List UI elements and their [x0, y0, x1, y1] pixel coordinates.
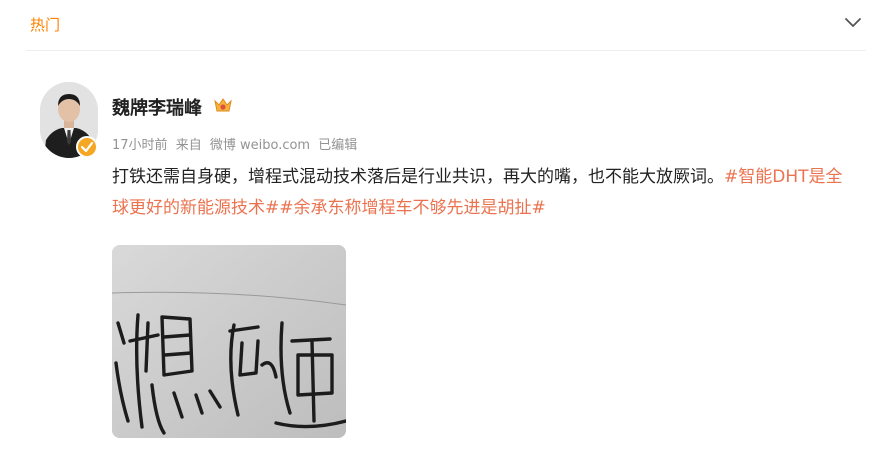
- post-meta: 17小时前 来自 微博 weibo.com 已编辑: [112, 134, 361, 153]
- verified-icon: [76, 136, 98, 158]
- top-tab-bar: 热门: [0, 0, 888, 50]
- handwriting-image: [112, 245, 346, 438]
- edited-label[interactable]: 已编辑: [318, 138, 357, 153]
- divider: [26, 50, 866, 51]
- chevron-down-icon[interactable]: [844, 16, 862, 30]
- source-prefix: 来自: [175, 138, 202, 153]
- post-body: 打铁还需自身硬，增程式混动技术落后是行业共识，再大的嘴，也不能大放厥词。: [112, 167, 724, 187]
- vip-crown-icon[interactable]: [213, 96, 233, 114]
- hashtag-link[interactable]: #余承东称增程车不够先进是胡扯#: [279, 198, 546, 218]
- author-name[interactable]: 魏牌李瑞峰: [112, 94, 202, 120]
- post-source[interactable]: 微博 weibo.com: [210, 138, 310, 153]
- post-text: 打铁还需自身硬，增程式混动技术落后是行业共识，再大的嘴，也不能大放厥词。#智能D…: [112, 162, 858, 224]
- post-time[interactable]: 17小时前: [112, 138, 168, 153]
- tab-hot[interactable]: 热门: [30, 14, 60, 35]
- post-image[interactable]: [112, 245, 346, 438]
